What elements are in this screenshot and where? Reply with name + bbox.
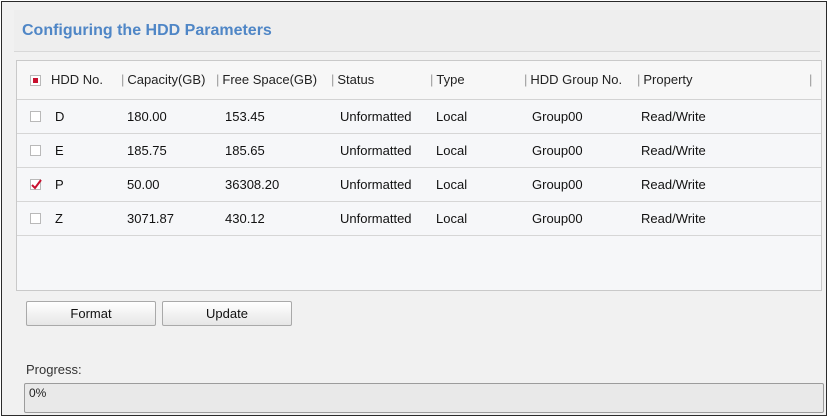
cell-property: Read/Write: [641, 211, 706, 226]
row-checkbox[interactable]: [30, 213, 41, 224]
cell-capacity: 50.00: [127, 177, 160, 192]
cell-group: Group00: [532, 211, 583, 226]
cell-hdd-no: Z: [55, 211, 63, 226]
cell-free-space: 36308.20: [225, 177, 280, 192]
column-header-end-separator: |: [809, 72, 813, 87]
progress-bar: 0%: [24, 383, 824, 413]
title-bar: Configuring the HDD Parameters: [14, 10, 820, 52]
column-header-capacity[interactable]: | Capacity(GB): [121, 72, 205, 87]
checkmark-icon: [31, 179, 42, 190]
cell-free-space: 153.45: [225, 109, 265, 124]
cell-type: Local: [436, 211, 468, 226]
table-row[interactable]: Z 3071.87 430.12 Unformatted Local Group…: [17, 202, 821, 236]
cell-property: Read/Write: [641, 177, 706, 192]
cell-property: Read/Write: [641, 143, 706, 158]
hdd-table: HDD No. | Capacity(GB) | Free Space(GB) | S…: [16, 60, 822, 291]
format-button[interactable]: Format: [26, 301, 156, 326]
update-button[interactable]: Update: [162, 301, 292, 326]
table-row[interactable]: P 50.00 36308.20 Unformatted Local Group…: [17, 168, 821, 202]
cell-type: Local: [436, 143, 468, 158]
cell-group: Group00: [532, 143, 583, 158]
cell-property: Read/Write: [641, 109, 706, 124]
cell-status: Unformatted: [340, 109, 412, 124]
cell-capacity: 180.00: [127, 109, 167, 124]
cell-hdd-no: E: [55, 143, 64, 158]
progress-label: Progress:: [26, 362, 82, 377]
cell-type: Local: [436, 109, 468, 124]
table-row[interactable]: D 180.00 153.45 Unformatted Local Group0…: [17, 100, 821, 134]
table-header: HDD No. | Capacity(GB) | Free Space(GB) | S…: [17, 61, 821, 100]
cell-capacity: 185.75: [127, 143, 167, 158]
page-title: Configuring the HDD Parameters: [22, 22, 272, 39]
cell-type: Local: [436, 177, 468, 192]
row-checkbox[interactable]: [30, 145, 41, 156]
cell-free-space: 430.12: [225, 211, 265, 226]
cell-hdd-no: P: [55, 177, 64, 192]
column-header-type[interactable]: | Type: [430, 72, 465, 87]
progress-value: 0%: [29, 386, 47, 400]
hdd-config-panel: Configuring the HDD Parameters HDD No. |…: [1, 1, 827, 416]
table-row[interactable]: E 185.75 185.65 Unformatted Local Group0…: [17, 134, 821, 168]
row-checkbox[interactable]: [30, 179, 42, 190]
column-header-status[interactable]: | Status: [331, 72, 374, 87]
cell-hdd-no: D: [55, 109, 65, 124]
cell-status: Unformatted: [340, 177, 412, 192]
cell-group: Group00: [532, 177, 583, 192]
cell-capacity: 3071.87: [127, 211, 174, 226]
column-header-free-space[interactable]: | Free Space(GB): [216, 72, 317, 87]
cell-free-space: 185.65: [225, 143, 265, 158]
row-checkbox[interactable]: [30, 111, 41, 122]
cell-status: Unformatted: [340, 211, 412, 226]
cell-status: Unformatted: [340, 143, 412, 158]
cell-group: Group00: [532, 109, 583, 124]
column-header-hdd-no[interactable]: HDD No.: [51, 72, 103, 87]
select-all-checkbox[interactable]: [30, 75, 41, 86]
column-header-property[interactable]: | Property: [637, 72, 693, 87]
column-header-hdd-group[interactable]: | HDD Group No.: [524, 72, 622, 87]
